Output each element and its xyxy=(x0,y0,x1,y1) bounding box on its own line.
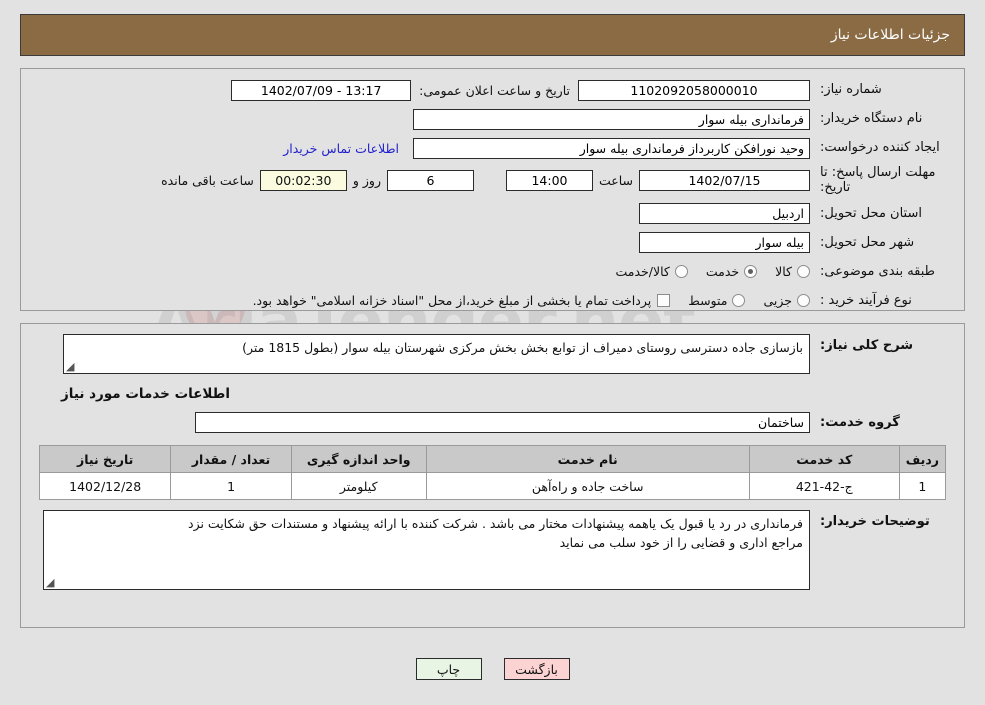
back-button[interactable]: بازگشت xyxy=(503,658,570,680)
checkbox-icon[interactable] xyxy=(657,294,671,308)
page-title: جزئیات اطلاعات نیاز xyxy=(830,27,950,43)
buyer-notes-label: توضیحات خریدار: xyxy=(820,514,930,529)
service-group-field[interactable]: ساختمان xyxy=(195,412,810,433)
cell-code: ج-42-421 xyxy=(748,472,900,500)
column-header-unit: واحد اندازه گیری xyxy=(290,445,427,473)
need-number-field[interactable]: 1102092058000010 xyxy=(578,79,810,101)
radio-icon[interactable] xyxy=(797,265,810,279)
row-description: شرح کلی نیاز: بازسازی جاده دسترسی روستای… xyxy=(25,334,960,374)
buyer-org-label: نام دستگاه خریدار: xyxy=(820,110,923,126)
treasury-bond-checkbox-group[interactable]: پرداخت تمام یا بخشی از مبلغ خرید،از محل … xyxy=(253,293,671,308)
treasury-bond-label: پرداخت تمام یا بخشی از مبلغ خرید،از محل … xyxy=(252,293,652,309)
description-textarea[interactable]: بازسازی جاده دسترسی روستای دمیراف از توا… xyxy=(63,334,810,374)
row-province: استان محل تحویل: اردبیل xyxy=(25,203,960,225)
hour-label: ساعت xyxy=(598,173,633,189)
print-button[interactable]: چاپ xyxy=(415,658,482,680)
cell-date: 1402/12/28 xyxy=(38,472,172,500)
creator-label: ایجاد کننده درخواست: xyxy=(820,139,940,155)
row-category: طبقه بندی موضوعی: کالا خدمت کالا/خدمت xyxy=(25,261,960,283)
city-field[interactable]: بیله سوار xyxy=(639,232,810,254)
province-label: استان محل تحویل: xyxy=(820,205,922,221)
countdown-suffix-label: ساعت باقی مانده xyxy=(161,173,254,189)
row-need-number: شماره نیاز: 1102092058000010 تاریخ و ساع… xyxy=(25,79,960,101)
radio-icon[interactable] xyxy=(744,265,758,279)
process-option-medium[interactable]: متوسط xyxy=(688,293,746,309)
process-option-minor-label: جزیی xyxy=(763,293,792,309)
row-purchase-process: نوع فرآیند خرید : جزیی متوسط پرداخت تمام… xyxy=(25,290,960,312)
service-group-label: گروه خدمت: xyxy=(820,415,900,430)
category-label: طبقه بندی موضوعی: xyxy=(820,263,936,279)
row-service-group: گروه خدمت: ساختمان xyxy=(25,412,960,433)
services-section-title: اطلاعات خدمات مورد نیاز xyxy=(61,386,231,402)
deadline-date-field[interactable]: 1402/07/15 xyxy=(639,170,810,192)
column-header-name: نام خدمت xyxy=(425,445,750,473)
days-suffix-label: روز و xyxy=(352,173,381,189)
footer-actions: بازگشت چاپ xyxy=(0,658,985,680)
cell-qty: 1 xyxy=(170,472,292,500)
process-option-minor[interactable]: جزیی xyxy=(763,293,810,308)
resize-handle-icon[interactable]: ◢ xyxy=(66,361,76,372)
row-buyer-org: نام دستگاه خریدار: فرمانداری بیله سوار xyxy=(25,108,960,130)
cell-name: ساخت جاده و راه‌آهن xyxy=(425,472,750,500)
description-label: شرح کلی نیاز: xyxy=(820,338,914,353)
announce-date-field[interactable]: 1402/07/09 - 13:17 xyxy=(231,79,412,101)
column-header-qty: تعداد / مقدار xyxy=(170,445,292,473)
radio-icon[interactable] xyxy=(732,294,746,308)
deadline-hour-field[interactable]: 14:00 xyxy=(505,170,593,192)
remaining-days-field: 6 xyxy=(386,170,474,192)
column-header-date: تاریخ نیاز xyxy=(38,445,172,473)
cell-unit: کیلومتر xyxy=(290,472,427,500)
column-header-radif: ردیف xyxy=(898,445,947,473)
radio-icon[interactable] xyxy=(797,294,810,308)
buyer-org-field[interactable]: فرمانداری بیله سوار xyxy=(413,108,810,130)
description-text: بازسازی جاده دسترسی روستای دمیراف از توا… xyxy=(242,340,803,355)
resize-handle-icon[interactable]: ◢ xyxy=(46,577,56,588)
row-city: شهر محل تحویل: بیله سوار xyxy=(25,232,960,254)
process-option-medium-label: متوسط xyxy=(688,293,728,309)
need-details-panel: شرح کلی نیاز: بازسازی جاده دسترسی روستای… xyxy=(20,323,965,628)
buyer-notes-textarea[interactable]: فرمانداری در رد یا قبول یک یاهمه پیشنهاد… xyxy=(43,510,810,590)
announce-date-label: تاریخ و ساعت اعلان عمومی: xyxy=(419,82,570,98)
need-number-label: شماره نیاز: xyxy=(820,81,882,97)
row-request-creator: ایجاد کننده درخواست: وحید نورافکن کاربرد… xyxy=(25,137,960,159)
province-field[interactable]: اردبیل xyxy=(639,203,810,225)
city-label: شهر محل تحویل: xyxy=(820,234,915,250)
buyer-notes-line-1: فرمانداری در رد یا قبول یک یاهمه پیشنهاد… xyxy=(188,516,803,531)
row-buyer-notes: توضیحات خریدار: فرمانداری در رد یا قبول … xyxy=(25,510,960,590)
cell-radif: 1 xyxy=(898,472,947,500)
category-option-service[interactable]: خدمت xyxy=(705,264,758,280)
deadline-label: مهلت ارسال پاسخ: تا تاریخ: xyxy=(820,165,936,195)
table-row[interactable]: 1 ج-42-421 ساخت جاده و راه‌آهن کیلومتر 1… xyxy=(38,472,947,500)
process-label: نوع فرآیند خرید : xyxy=(820,292,912,308)
countdown-timer: 00:02:30 xyxy=(259,170,347,192)
row-deadline: مهلت ارسال پاسخ: تا تاریخ: 1402/07/15 سا… xyxy=(25,165,960,196)
creator-field[interactable]: وحید نورافکن کاربرداز فرمانداری بیله سوا… xyxy=(413,137,810,159)
category-option-goods-service-label: کالا/خدمت xyxy=(615,264,670,280)
need-info-panel: شماره نیاز: 1102092058000010 تاریخ و ساع… xyxy=(20,68,965,311)
radio-icon[interactable] xyxy=(674,265,688,279)
category-option-goods-label: کالا xyxy=(775,264,792,280)
buyer-contact-link[interactable]: اطلاعات تماس خریدار xyxy=(283,141,399,156)
page-header: جزئیات اطلاعات نیاز xyxy=(20,14,965,56)
services-table: ردیف کد خدمت نام خدمت واحد اندازه گیری ت… xyxy=(38,445,947,500)
table-header-row: ردیف کد خدمت نام خدمت واحد اندازه گیری ت… xyxy=(38,445,947,473)
category-option-service-label: خدمت xyxy=(705,264,740,280)
column-header-code: کد خدمت xyxy=(748,445,900,473)
category-option-goods-service[interactable]: کالا/خدمت xyxy=(615,264,688,280)
buyer-notes-line-2: مراجع اداری و قضایی را از خود سلب می نما… xyxy=(559,535,803,551)
category-option-goods[interactable]: کالا xyxy=(775,264,810,279)
